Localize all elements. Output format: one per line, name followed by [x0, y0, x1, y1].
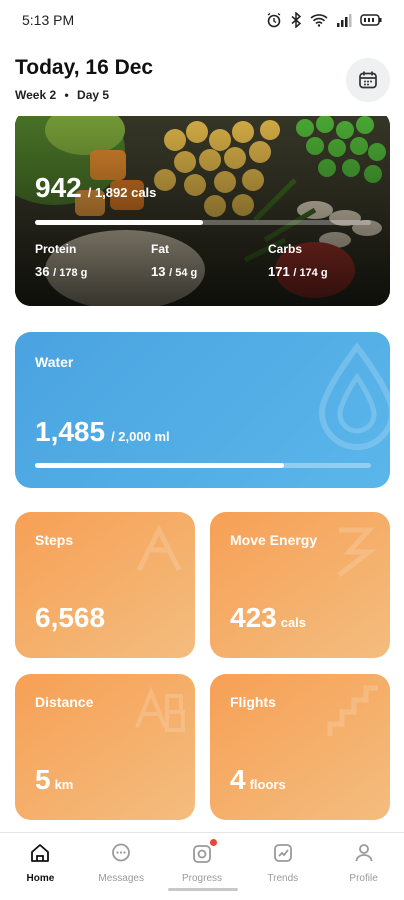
trends-icon — [271, 841, 295, 865]
macro-label: Carbs — [268, 242, 303, 256]
water-progress-bar — [35, 463, 371, 468]
water-label: Water — [35, 354, 74, 370]
water-card[interactable]: Water 1,485 / 2,000 ml — [15, 332, 390, 488]
water-progress-fill — [35, 463, 284, 468]
macro-value: 36 / 178 g — [35, 264, 88, 279]
macro-label: Fat — [151, 242, 169, 256]
tab-trends[interactable]: Trends — [242, 833, 323, 900]
macro-fat: Fat 13 / 54 g — [151, 242, 197, 279]
status-bar: 5:13 PM — [0, 0, 404, 40]
alarm-icon — [267, 12, 281, 28]
signal-icon — [337, 14, 352, 27]
tab-messages[interactable]: Messages — [81, 833, 162, 900]
water-goal: / 2,000 ml — [111, 429, 170, 444]
water-value: 1,485 / 2,000 ml — [35, 416, 170, 448]
tile-value: 4 floors — [230, 764, 286, 795]
water-consumed: 1,485 — [35, 416, 106, 447]
wifi-icon — [310, 14, 328, 27]
steps-deco-icon — [136, 524, 182, 572]
water-drop-icon — [318, 342, 390, 450]
page-title: Today, 16 Dec — [15, 56, 154, 79]
calories-value: 942 / 1,892 cals — [35, 172, 156, 204]
move-energy-card[interactable]: Move Energy 423 cals — [210, 512, 390, 658]
tile-label: Steps — [35, 532, 74, 548]
profile-icon — [352, 841, 376, 865]
macro-carbs: Carbs 171 / 174 g — [268, 242, 328, 279]
macro-value: 171 / 174 g — [268, 264, 328, 279]
week-day-subtitle: Week 2 • Day 5 — [15, 88, 109, 102]
distance-card[interactable]: Distance 5 km — [15, 674, 195, 820]
tab-label: Home — [26, 873, 55, 884]
tile-value: 423 cals — [230, 602, 307, 633]
calories-progress-bar — [35, 220, 371, 225]
notification-badge — [209, 839, 217, 846]
day-label: Day 5 — [77, 88, 110, 102]
stairs-deco-icon — [327, 685, 378, 736]
tab-label: Trends — [267, 873, 299, 884]
calories-progress-fill — [35, 220, 203, 225]
calendar-icon — [359, 71, 377, 89]
home-indicator — [168, 888, 238, 891]
week-label: Week 2 — [15, 88, 57, 102]
home-icon — [28, 841, 52, 865]
calories-goal: / 1,892 cals — [87, 185, 157, 200]
calories-card[interactable]: 942 / 1,892 cals Protein 36 / 178 g Fat 1… — [15, 116, 390, 306]
header: Today, 16 Dec Week 2 • Day 5 — [0, 48, 404, 110]
macro-value: 13 / 54 g — [151, 264, 198, 279]
tile-label: Flights — [230, 694, 276, 710]
tile-label: Distance — [35, 694, 94, 710]
macro-protein: Protein 36 / 178 g — [35, 242, 87, 279]
status-icons — [266, 12, 382, 28]
flights-card[interactable]: Flights 4 floors — [210, 674, 390, 820]
battery-icon — [360, 14, 382, 26]
steps-card[interactable]: Steps 6,568 — [15, 512, 195, 658]
calendar-button[interactable] — [346, 58, 390, 102]
status-time: 5:13 PM — [22, 12, 75, 28]
bluetooth-icon — [291, 12, 302, 28]
separator-dot: • — [64, 88, 69, 102]
dashboard-content[interactable]: 942 / 1,892 cals Protein 36 / 178 g Fat 1… — [0, 116, 404, 832]
tab-home[interactable]: Home — [0, 833, 81, 900]
tile-value: 5 km — [35, 764, 74, 795]
macro-label: Protein — [35, 242, 77, 256]
tab-label: Profile — [349, 873, 378, 884]
energy-deco-icon — [337, 527, 377, 577]
calories-consumed: 942 — [35, 172, 82, 203]
distance-deco-icon — [135, 686, 185, 732]
tab-label: Progress — [181, 873, 222, 884]
tab-profile[interactable]: Profile — [323, 833, 404, 900]
tile-label: Move Energy — [230, 532, 318, 548]
tile-value: 6,568 — [35, 602, 106, 633]
messages-icon — [109, 841, 133, 865]
tab-label: Messages — [98, 873, 144, 884]
